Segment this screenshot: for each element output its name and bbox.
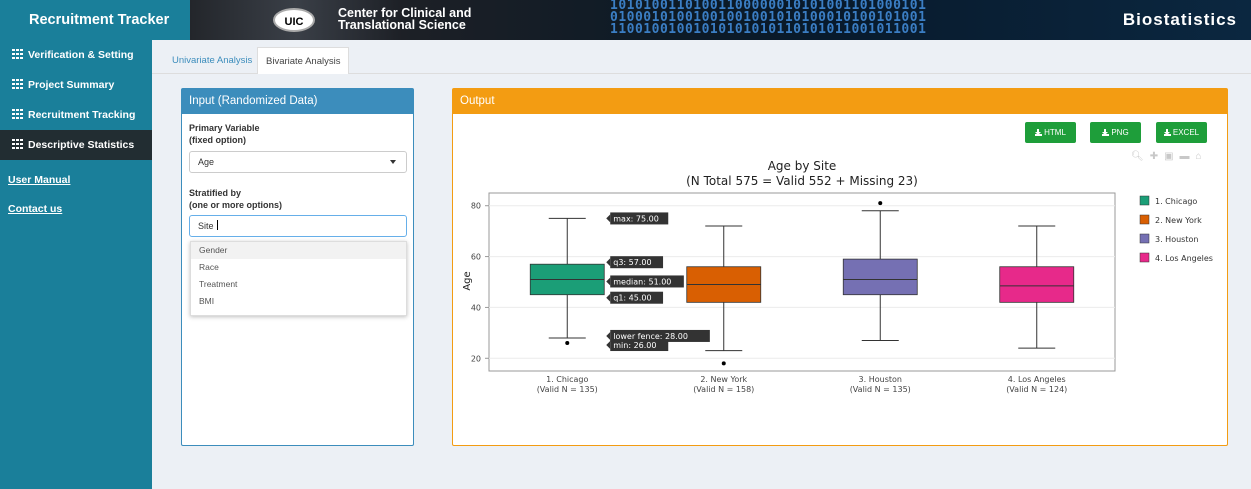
y-tick-label: 80 xyxy=(471,202,481,211)
sidebar-item-descriptive-statistics[interactable]: Descriptive Statistics xyxy=(0,130,152,160)
hover-tooltip: q1: 45.00 xyxy=(606,291,664,304)
stratified-by-sublabel: (one or more options) xyxy=(189,200,282,210)
chevron-down-icon xyxy=(390,160,396,164)
user-manual-link[interactable]: User Manual xyxy=(0,166,152,195)
legend-label: 2. New York xyxy=(1155,216,1202,225)
banner-title-line: Translational Science xyxy=(338,18,466,32)
y-tick-label: 40 xyxy=(471,303,481,312)
tooltip-text: median: 51.00 xyxy=(613,277,671,286)
sidebar: Verification & Setting Project Summary R… xyxy=(0,40,152,489)
sidebar-item-label: Descriptive Statistics xyxy=(28,139,135,151)
hover-tooltip: max: 75.00 xyxy=(606,212,669,225)
table-icon xyxy=(12,139,23,149)
banner-biostatistics: Biostatistics xyxy=(1122,10,1237,29)
chart-subtitle: (N Total 575 = Valid 552 + Missing 23) xyxy=(686,174,918,188)
app-brand[interactable]: Recruitment Tracker xyxy=(0,0,190,40)
sidebar-item-verification[interactable]: Verification & Setting xyxy=(0,40,152,70)
y-axis-label: Age xyxy=(462,271,473,290)
top-bar: Recruitment Tracker 10101001101001100000… xyxy=(0,0,1251,40)
x-tick-sublabel: (Valid N = 135) xyxy=(850,385,911,394)
input-panel: Input (Randomized Data) Primary Variable… xyxy=(181,88,414,446)
hover-tooltip: median: 51.00 xyxy=(606,275,684,288)
x-tick-label: 2. New York xyxy=(700,375,747,384)
table-icon xyxy=(12,109,23,119)
x-tick-sublabel: (Valid N = 158) xyxy=(693,385,754,394)
text-cursor xyxy=(216,220,218,230)
stratified-by-input[interactable]: Site xyxy=(189,215,407,237)
banner-title: Center for Clinical and Translational Sc… xyxy=(338,7,471,32)
legend-label: 4. Los Angeles xyxy=(1155,254,1213,263)
legend-swatch xyxy=(1139,233,1150,244)
outlier-point xyxy=(565,341,570,346)
stratified-by-value: Site xyxy=(198,221,214,231)
primary-variable-value: Age xyxy=(198,157,215,167)
primary-variable-select[interactable]: Age xyxy=(189,151,407,173)
uic-logo: UIC xyxy=(273,8,315,32)
box-3 xyxy=(842,258,918,296)
dropdown-option-race[interactable]: Race xyxy=(191,259,406,276)
outlier-point xyxy=(878,201,883,206)
x-tick-sublabel: (Valid N = 135) xyxy=(537,385,598,394)
sidebar-item-label: Project Summary xyxy=(28,79,115,91)
x-tick-label: 3. Houston xyxy=(859,375,902,384)
y-tick-label: 60 xyxy=(471,253,481,262)
input-panel-title: Input (Randomized Data) xyxy=(182,89,413,114)
boxplot-chart: Age by Site (N Total 575 = Valid 552 + M… xyxy=(462,159,1213,394)
chart-title: Age by Site xyxy=(768,159,837,173)
tooltip-text: q1: 45.00 xyxy=(613,294,651,303)
plot-area: 204060801. Chicago(Valid N = 135)2. New … xyxy=(471,192,1116,394)
dropdown-option-gender[interactable]: Gender xyxy=(191,242,406,259)
dropdown-option-treatment[interactable]: Treatment xyxy=(191,276,406,293)
table-icon xyxy=(12,79,23,89)
y-tick-label: 20 xyxy=(471,354,481,363)
x-tick-sublabel: (Valid N = 124) xyxy=(1006,385,1067,394)
box-4 xyxy=(999,266,1075,303)
primary-variable-sublabel: (fixed option) xyxy=(189,135,246,145)
legend-swatch xyxy=(1139,195,1150,206)
sidebar-item-label: Recruitment Tracking xyxy=(28,109,136,121)
tab-bivariate[interactable]: Bivariate Analysis xyxy=(257,47,350,74)
tooltip-text: q3: 57.00 xyxy=(613,258,651,267)
primary-variable-label: Primary Variable xyxy=(189,123,260,133)
legend-label: 1. Chicago xyxy=(1155,197,1197,206)
table-icon xyxy=(12,49,23,59)
x-tick-label: 4. Los Angeles xyxy=(1008,375,1066,384)
legend-swatch xyxy=(1139,252,1150,263)
hover-tooltip: min: 26.00 xyxy=(606,339,669,352)
stratified-by-dropdown: Gender Race Treatment BMI xyxy=(190,241,407,316)
tooltip-text: min: 26.00 xyxy=(613,341,656,350)
header-banner: 10101001101001100000010101001101000101 0… xyxy=(190,0,1251,40)
sidebar-item-label: Verification & Setting xyxy=(28,49,134,61)
chart-legend: 1. Chicago 2. New York 3. Houston 4. Los An… xyxy=(1139,195,1213,263)
hover-tooltip: q3: 57.00 xyxy=(606,256,664,269)
contact-us-link[interactable]: Contact us xyxy=(0,195,152,224)
sidebar-item-recruitment-tracking[interactable]: Recruitment Tracking xyxy=(0,100,152,130)
output-panel: Output HTML PNG EXCEL 🔍︎ ✚ ▣ ▬ ⌂ Age by Site… xyxy=(452,88,1228,446)
outlier-point xyxy=(721,361,726,366)
legend-label: 3. Houston xyxy=(1155,235,1198,244)
legend-swatch xyxy=(1139,214,1150,225)
stratified-by-label: Stratified by xyxy=(189,188,242,198)
tooltip-text: max: 75.00 xyxy=(613,214,659,223)
tab-univariate[interactable]: Univariate Analysis xyxy=(164,47,260,74)
dropdown-option-bmi[interactable]: BMI xyxy=(191,293,406,310)
sidebar-item-project-summary[interactable]: Project Summary xyxy=(0,70,152,100)
x-tick-label: 1. Chicago xyxy=(546,375,588,384)
